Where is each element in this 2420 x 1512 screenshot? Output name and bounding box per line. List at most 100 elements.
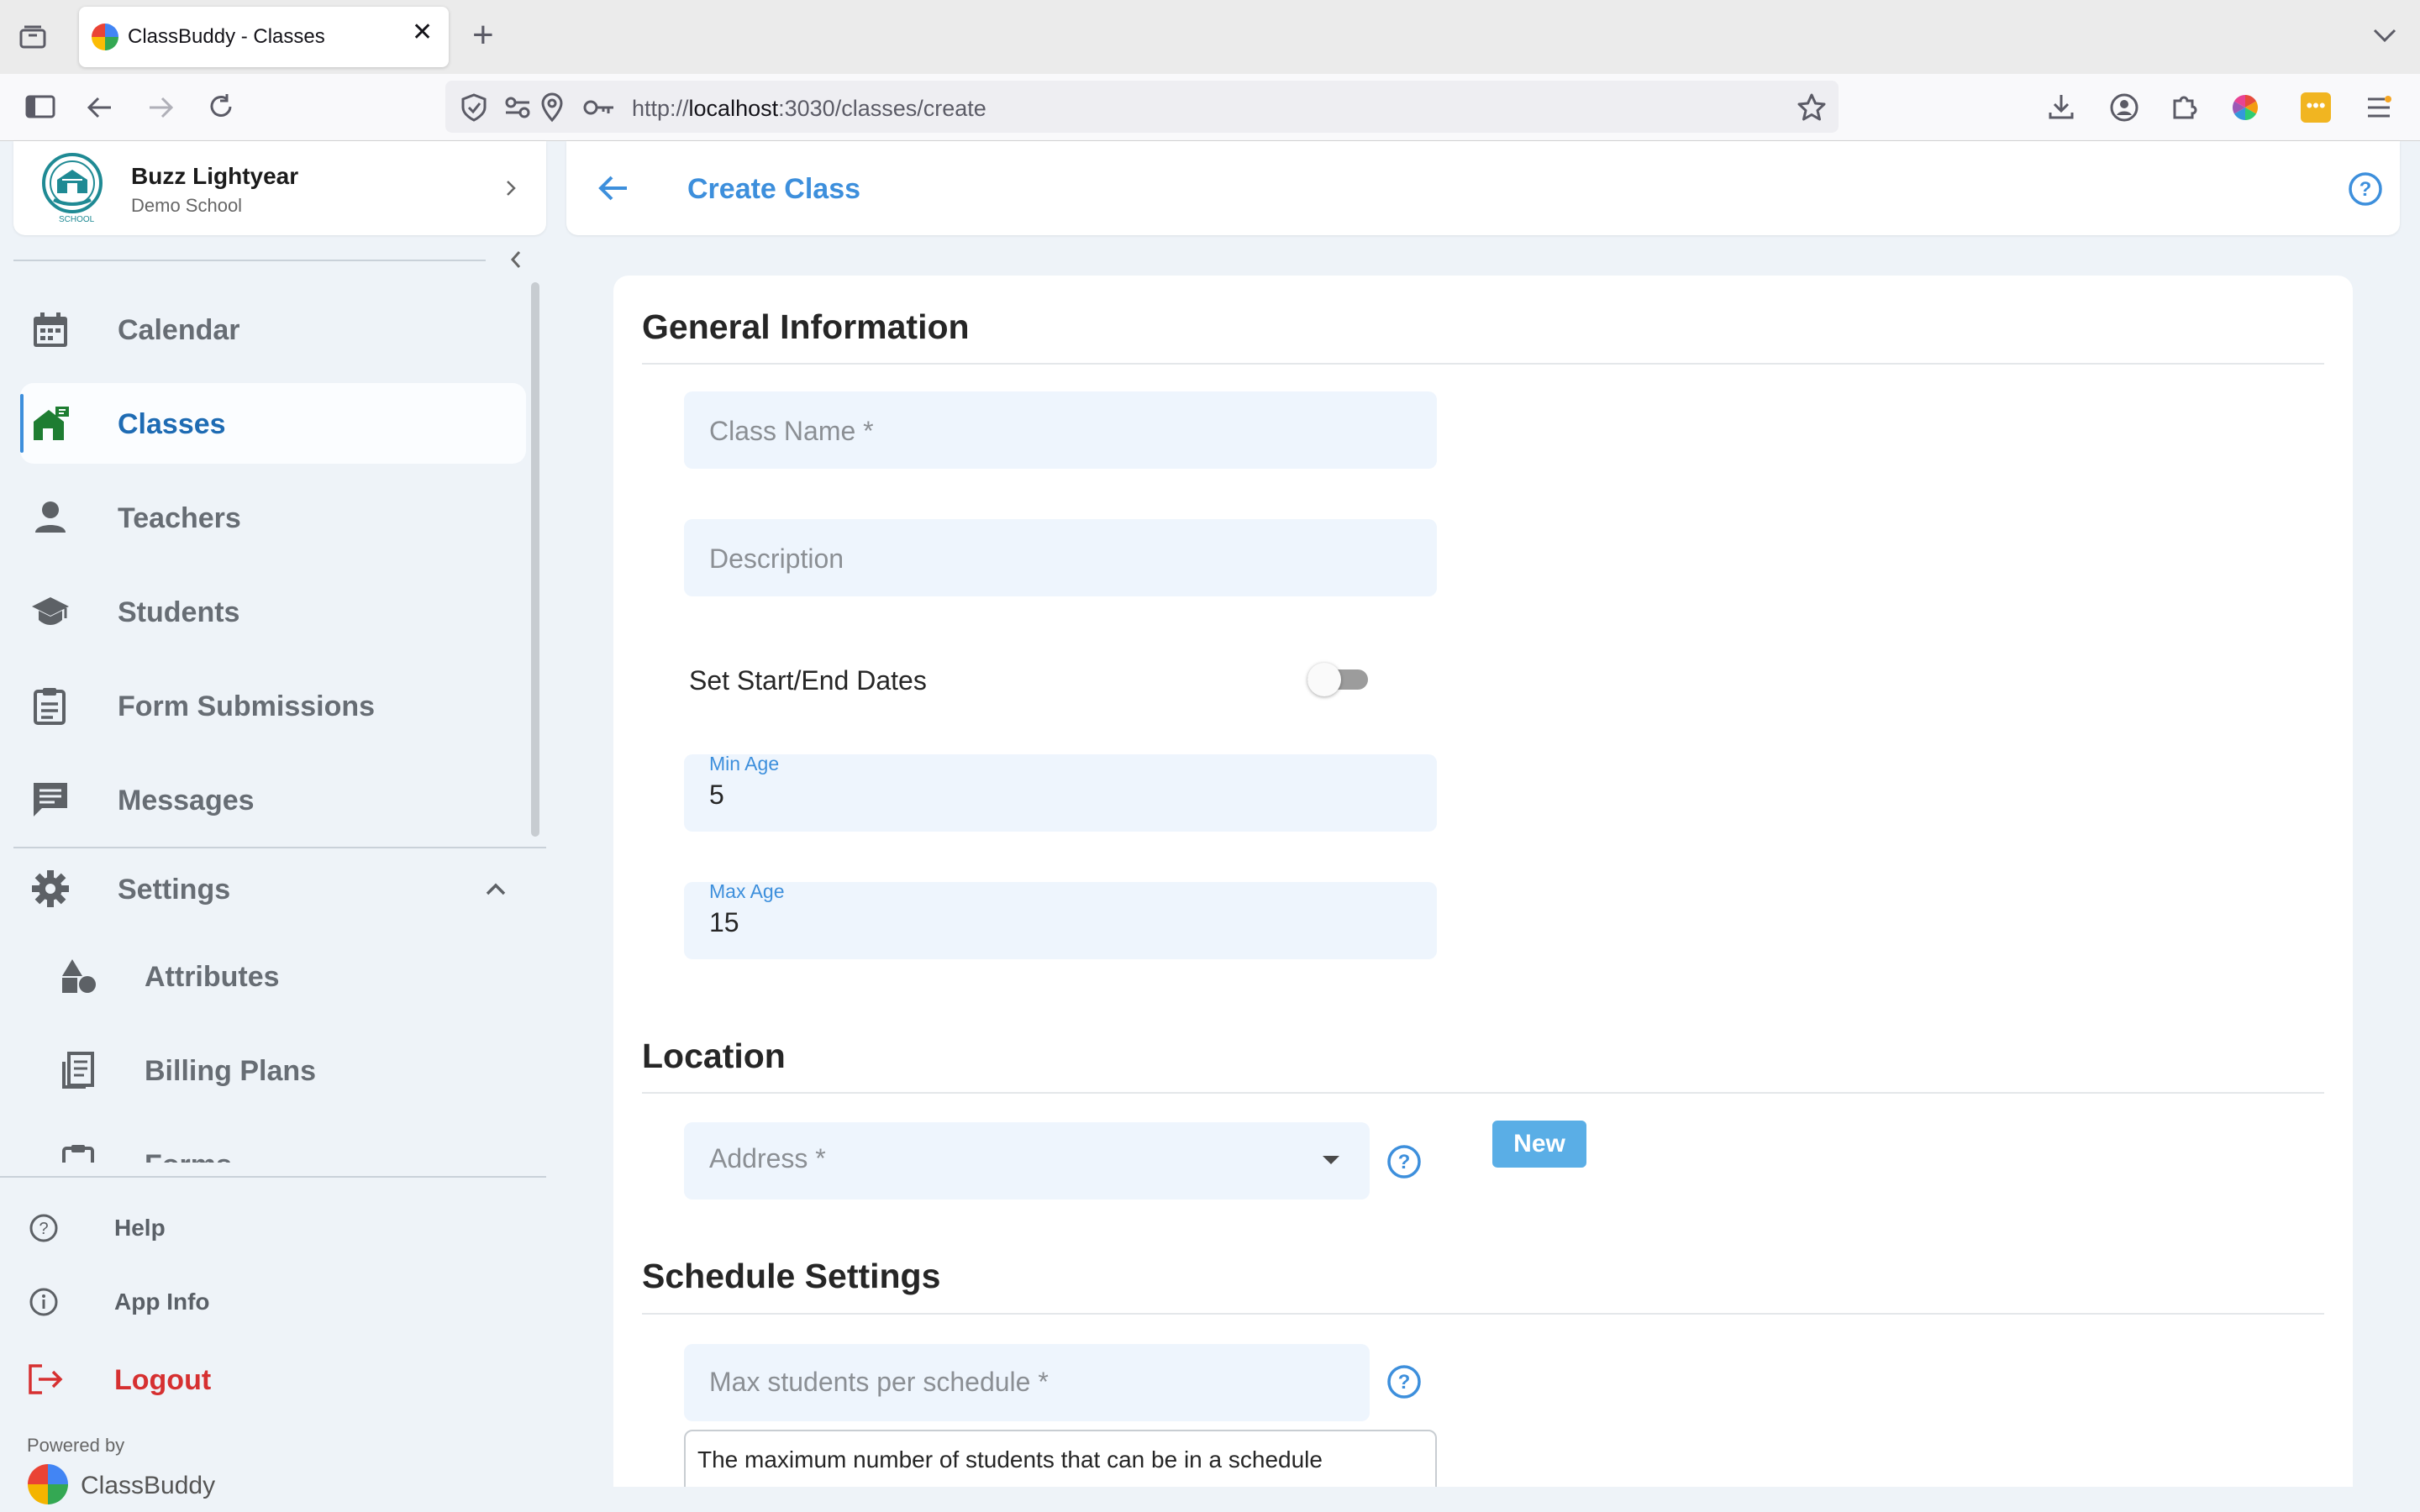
browser-tab-bar: ClassBuddy - Classes ✕ +: [0, 0, 2420, 74]
message-icon: [30, 780, 71, 820]
key-icon[interactable]: [583, 97, 615, 122]
max-age-value: 15: [709, 907, 739, 937]
active-indicator: [20, 394, 24, 453]
max-students-hint: The maximum number of students that can …: [697, 1446, 1323, 1473]
brand-name: ClassBuddy: [81, 1472, 216, 1499]
app-info-link[interactable]: [20, 1280, 526, 1324]
max-students-hint-box: The maximum number of students that can …: [684, 1430, 1437, 1487]
sidebar-item-classes[interactable]: [20, 383, 526, 464]
svg-text:?: ?: [2360, 178, 2372, 201]
password-extension-icon[interactable]: •••: [2301, 92, 2331, 123]
permissions-icon[interactable]: [504, 96, 531, 123]
sidebar-divider: [13, 260, 486, 261]
max-students-help-icon[interactable]: ?: [1386, 1364, 1422, 1404]
reload-icon[interactable]: [207, 92, 235, 125]
powered-by-label: Powered by: [27, 1435, 125, 1456]
browser-toolbar: http://localhost:3030/classes/create •••: [0, 74, 2420, 141]
sidebar-scrollbar[interactable]: [531, 282, 539, 837]
calendar-icon: [30, 310, 71, 350]
account-icon[interactable]: [2109, 92, 2139, 127]
new-address-button[interactable]: New: [1492, 1121, 1586, 1168]
sidebar-item-settings[interactable]: [20, 848, 526, 929]
logout-icon: [27, 1362, 64, 1400]
sidebar-item-messages[interactable]: [20, 759, 526, 840]
address-select[interactable]: Address *: [684, 1122, 1370, 1200]
school-logo: SCHOOL: [37, 151, 108, 225]
sidebar-item-students[interactable]: [20, 571, 526, 652]
section-title-location: Location: [642, 1037, 786, 1075]
color-wheel-extension-icon[interactable]: [2232, 94, 2259, 125]
graduation-cap-icon: [30, 591, 71, 632]
max-students-field[interactable]: Max students per schedule *: [684, 1344, 1370, 1421]
max-age-field[interactable]: Max Age 15: [684, 880, 1437, 959]
sidebar-item-label: Billing Plans: [145, 1055, 317, 1087]
chevron-up-icon[interactable]: [484, 880, 508, 901]
min-age-value: 5: [709, 780, 724, 810]
school-name: Demo School: [131, 195, 243, 216]
help-circle-icon[interactable]: ?: [2348, 171, 2383, 211]
dropdown-arrow-icon: [1321, 1154, 1341, 1170]
chevron-right-icon[interactable]: [504, 178, 518, 202]
section-divider: [642, 363, 2324, 365]
logout-button[interactable]: [20, 1354, 526, 1404]
logout-label: Logout: [114, 1364, 212, 1396]
svg-text:?: ?: [39, 1220, 48, 1238]
classbuddy-logo-icon: [27, 1463, 69, 1509]
section-title-schedule: Schedule Settings: [642, 1257, 941, 1295]
address-help-icon[interactable]: ?: [1386, 1144, 1422, 1184]
tab-title: ClassBuddy - Classes: [128, 25, 325, 48]
forward-icon[interactable]: [146, 94, 175, 125]
classroom-icon: [30, 403, 71, 444]
class-name-placeholder: Class Name *: [709, 416, 874, 446]
sidebar-item-label: Calendar: [118, 314, 240, 346]
form-icon: [59, 1142, 99, 1163]
info-icon: [29, 1287, 59, 1321]
dates-toggle-thumb[interactable]: [1307, 663, 1341, 696]
sidebar-item-label: Forms: [145, 1149, 232, 1163]
back-arrow-icon[interactable]: [597, 173, 630, 207]
tab-overview-icon[interactable]: [18, 24, 47, 55]
svg-text:?: ?: [1398, 1151, 1411, 1173]
sidebar-item-label: Classes: [118, 408, 226, 440]
class-name-field[interactable]: Class Name *: [684, 391, 1437, 469]
gear-icon: [30, 869, 71, 909]
dates-toggle-label: Set Start/End Dates: [689, 665, 927, 696]
sidebar-item-forms[interactable]: Forms: [20, 1126, 526, 1163]
sidebar-item-label: Attributes: [145, 961, 280, 993]
min-age-field[interactable]: Min Age 5: [684, 753, 1437, 832]
description-field[interactable]: Description: [684, 519, 1437, 596]
new-tab-icon[interactable]: +: [472, 17, 494, 54]
tab-close-icon[interactable]: ✕: [412, 20, 433, 45]
page-title: Create Class: [687, 173, 861, 205]
help-label: Help: [114, 1215, 166, 1241]
location-pin-icon[interactable]: [539, 92, 565, 127]
bookmark-star-icon[interactable]: [1797, 92, 1827, 127]
section-divider: [642, 1092, 2324, 1094]
extensions-icon[interactable]: [2170, 92, 2198, 125]
shapes-icon: [59, 956, 99, 996]
sidebar-toggle-icon[interactable]: [25, 94, 55, 123]
user-name: Buzz Lightyear: [131, 163, 299, 189]
receipt-icon: [59, 1050, 99, 1090]
sidebar-item-calendar[interactable]: [20, 290, 526, 370]
description-placeholder: Description: [709, 543, 844, 574]
address-placeholder: Address *: [709, 1143, 826, 1173]
svg-text:?: ?: [1398, 1371, 1411, 1394]
url-text[interactable]: http://localhost:3030/classes/create: [632, 96, 986, 122]
collapse-sidebar-icon[interactable]: [508, 249, 524, 275]
back-icon[interactable]: [86, 94, 114, 125]
clipboard-icon: [30, 685, 71, 726]
sidebar-divider: [0, 1176, 546, 1178]
help-circle-icon: ?: [29, 1213, 59, 1247]
download-icon[interactable]: [2047, 92, 2075, 125]
sidebar-item-label: Form Submissions: [118, 690, 376, 722]
menu-icon[interactable]: [2365, 94, 2393, 125]
max-age-label: Max Age: [709, 880, 785, 902]
content-bottom-edge: [555, 1487, 2420, 1512]
shield-icon[interactable]: [460, 92, 487, 127]
tab-favicon-icon: [91, 23, 119, 55]
sidebar-item-teachers[interactable]: [20, 477, 526, 558]
tab-list-chevron-icon[interactable]: [2371, 25, 2398, 50]
help-link[interactable]: [20, 1206, 526, 1250]
school-logo-caption: SCHOOL: [59, 215, 95, 224]
